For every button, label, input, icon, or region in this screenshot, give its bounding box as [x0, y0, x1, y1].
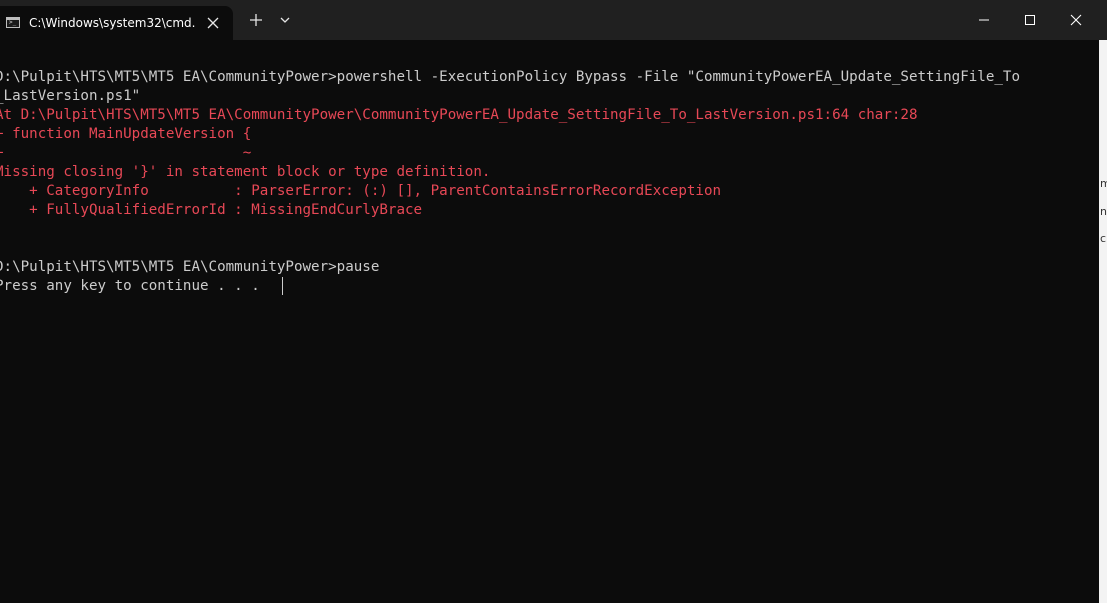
console-error-line: At D:\Pulpit\HTS\MT5\MT5 EA\CommunityPow… — [0, 107, 918, 123]
console-line: D:\Pulpit\HTS\MT5\MT5 EA\CommunityPower>… — [0, 69, 1020, 85]
background-window-glyph: c — [1100, 232, 1107, 245]
new-tab-button[interactable] — [240, 4, 272, 36]
console-output[interactable]: D:\Pulpit\HTS\MT5\MT5 EA\CommunityPower>… — [0, 40, 1099, 603]
minimize-button[interactable] — [961, 0, 1007, 40]
console-line: D:\Pulpit\HTS\MT5\MT5 EA\CommunityPower>… — [0, 259, 380, 275]
background-window-edge: m n c — [1099, 40, 1107, 603]
minimize-icon — [979, 19, 989, 21]
background-window-glyph: m — [1100, 177, 1107, 190]
terminal-app-icon: >_ — [6, 17, 20, 28]
console-line: Press any key to continue . . . — [0, 278, 269, 294]
console-error-line: + function MainUpdateVersion { — [0, 126, 252, 142]
terminal-window: >_ C:\Windows\system32\cmd.exe — [0, 0, 1107, 603]
maximize-icon — [1025, 15, 1035, 25]
chevron-down-icon — [280, 17, 290, 23]
maximize-button[interactable] — [1007, 0, 1053, 40]
tab-title: C:\Windows\system32\cmd.exe — [29, 16, 195, 30]
tab-dropdown-button[interactable] — [272, 4, 298, 36]
plus-icon — [250, 14, 262, 26]
console-error-line: + ~ — [0, 145, 252, 161]
close-icon — [207, 17, 219, 29]
console-line: _LastVersion.ps1" — [0, 88, 141, 104]
text-cursor — [282, 277, 283, 295]
console-error-line: + FullyQualifiedErrorId : MissingEndCurl… — [0, 202, 423, 218]
close-icon — [1070, 14, 1082, 26]
close-window-button[interactable] — [1053, 0, 1099, 40]
console-error-line: + CategoryInfo : ParserError: (:) [], Pa… — [0, 183, 722, 199]
title-bar[interactable]: >_ C:\Windows\system32\cmd.exe — [0, 0, 1107, 40]
tab-cmd[interactable]: >_ C:\Windows\system32\cmd.exe — [0, 6, 233, 40]
console-error-line: Missing closing '}' in statement block o… — [0, 164, 491, 180]
background-window-glyph: n — [1100, 205, 1107, 218]
tab-close-button[interactable] — [203, 13, 223, 33]
